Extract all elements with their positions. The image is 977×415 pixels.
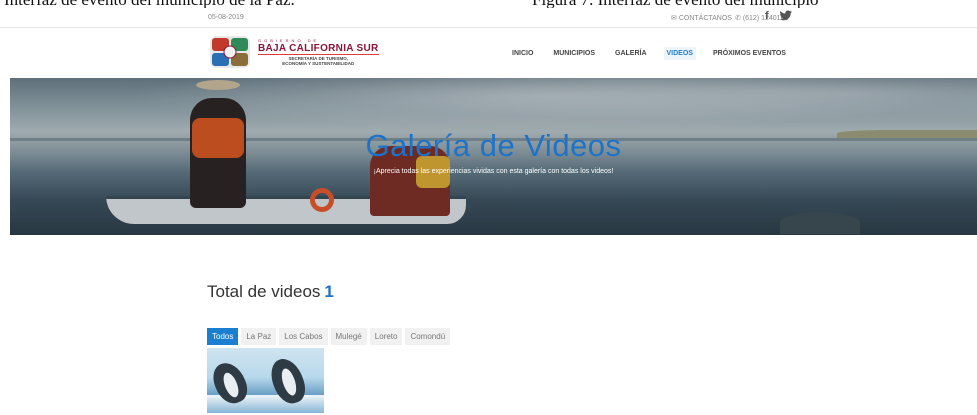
page-subtitle: ¡Aprecia todas las experiencias vividas …: [373, 168, 614, 175]
current-date: 05-08-2019: [208, 14, 244, 21]
contact-link[interactable]: ✉ CONTÁCTANOS: [671, 14, 732, 22]
nav-item-proximos-eventos[interactable]: PRÓXIMOS EVENTOS: [710, 47, 789, 60]
municipality-filter-bar: Todos La Paz Los Cabos Mulegé Loreto Com…: [207, 328, 453, 345]
videos-total: Total de videos 1: [207, 282, 334, 302]
nav-item-galeria[interactable]: GALERÍA: [612, 47, 650, 60]
phone-icon: ✆: [735, 15, 743, 22]
caption-right: Figura 7. Interfaz de evento del municip…: [532, 0, 819, 8]
filter-comondu[interactable]: Comondú: [405, 328, 451, 345]
caption-left: Interfaz de evento del municipio de la P…: [4, 0, 295, 8]
nav-item-municipios[interactable]: MUNICIPIOS: [550, 47, 598, 60]
site-logo[interactable]: GOBIERNO DE BAJA CALIFORNIA SUR SECRETAR…: [208, 34, 379, 70]
filter-los-cabos[interactable]: Los Cabos: [279, 328, 328, 345]
site-header: GOBIERNO DE BAJA CALIFORNIA SUR SECRETAR…: [0, 28, 977, 78]
main-nav: INICIO MUNICIPIOS GALERÍA VIDEOS PRÓXIMO…: [509, 47, 803, 60]
top-utility-bar: 05-08-2019 ✉ CONTÁCTANOS ✆ (612) 1240100…: [0, 8, 977, 28]
facebook-icon[interactable]: f: [765, 10, 769, 22]
nav-item-videos[interactable]: VIDEOS: [663, 47, 696, 60]
contact-label: CONTÁCTANOS: [678, 15, 732, 22]
video-thumbnail[interactable]: [207, 348, 324, 413]
mail-icon: ✉: [671, 15, 679, 22]
videos-total-count: 1: [324, 282, 334, 301]
videos-total-label: Total de videos: [207, 282, 321, 301]
logo-state: BAJA CALIFORNIA SUR: [258, 43, 379, 54]
twitter-icon[interactable]: [780, 10, 792, 23]
logo-department-line-2: ECONOMÍA Y SUSTENTABILIDAD: [282, 61, 355, 66]
page-title: Galería de Videos: [365, 128, 622, 163]
filter-mulege[interactable]: Mulegé: [330, 328, 367, 345]
state-emblem-icon: [208, 34, 252, 70]
logo-wordmark: GOBIERNO DE BAJA CALIFORNIA SUR SECRETAR…: [258, 38, 379, 66]
hero-banner: Galería de Videos ¡Aprecia todas las exp…: [10, 78, 977, 235]
logo-department: SECRETARÍA DE TURISMO, ECONOMÍA Y SUSTEN…: [258, 54, 379, 66]
filter-loreto[interactable]: Loreto: [369, 328, 403, 345]
filter-la-paz[interactable]: La Paz: [241, 328, 277, 345]
filter-todos[interactable]: Todos: [207, 328, 239, 345]
nav-item-inicio[interactable]: INICIO: [509, 47, 536, 60]
document-caption: Interfaz de evento del municipio de la P…: [0, 0, 977, 8]
